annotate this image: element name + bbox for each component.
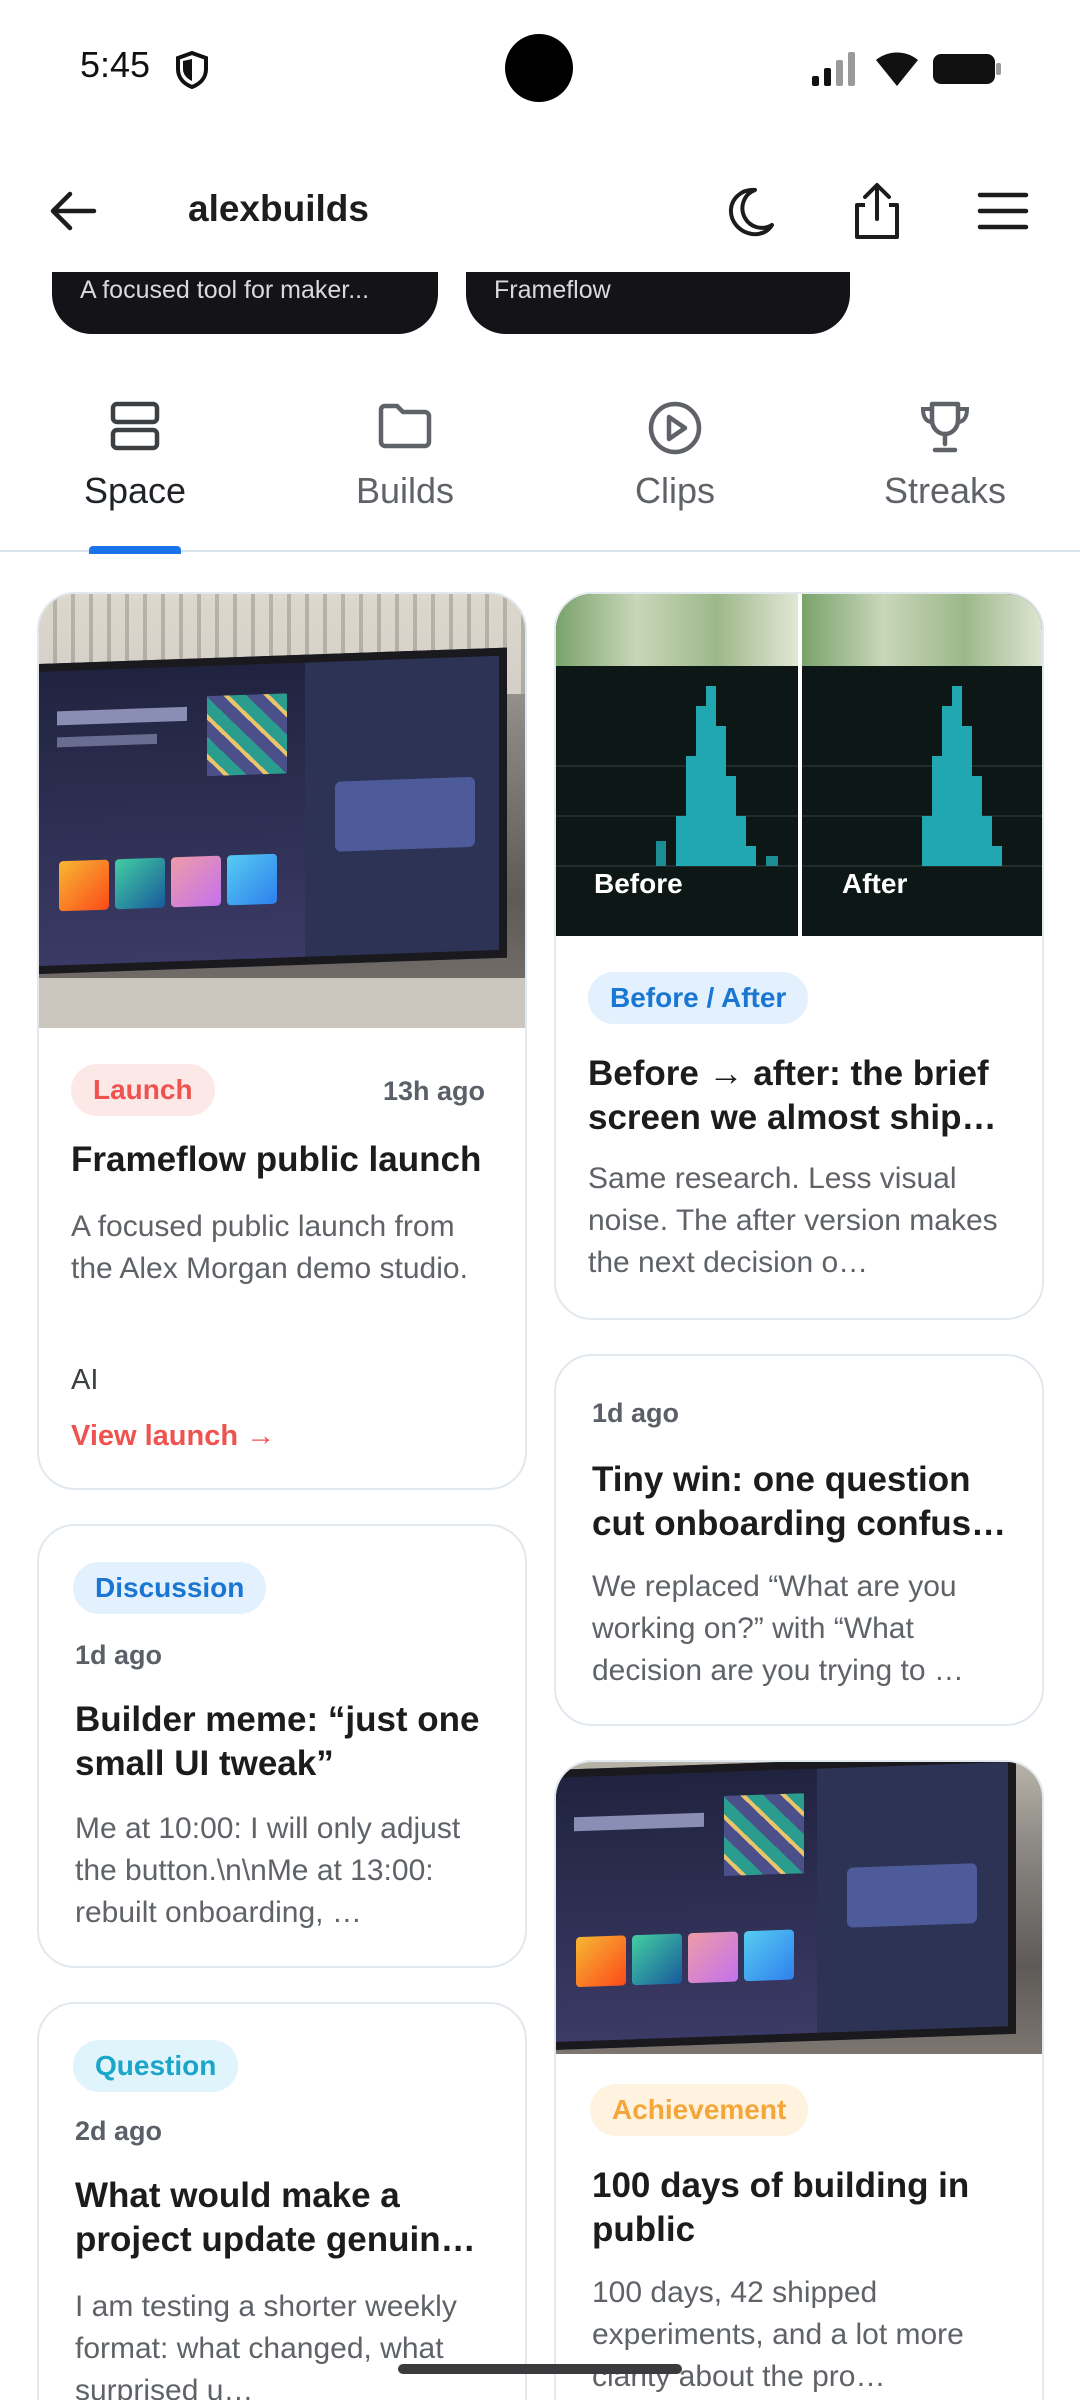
view-launch-link[interactable]: View launch → [71, 1420, 275, 1453]
before-image: Before [556, 594, 798, 936]
page-title: alexbuilds [188, 188, 369, 229]
project-card[interactable]: A focused tool for maker... [52, 272, 438, 334]
post-description: I am testing a shorter weekly format: wh… [75, 2290, 457, 2400]
tab-label: Streaks [883, 470, 1007, 511]
post-title: Tiny win: one question cut onboarding co… [592, 1460, 1007, 1543]
shield-icon [176, 50, 208, 90]
post-title: 100 days of building in public [592, 2166, 970, 2249]
play-circle-icon [648, 401, 702, 455]
trophy-icon [920, 401, 970, 453]
tag-achievement: Achievement [590, 2084, 809, 2136]
arrow-left-icon [50, 191, 97, 231]
dark-mode-button[interactable] [718, 178, 784, 244]
post-title: Before → after: the brief screen we almo… [588, 1054, 997, 1137]
post-description: Me at 10:00: I will only adjust the butt… [75, 1812, 461, 1929]
question-card[interactable]: Question 2d ago What would make a projec… [37, 2002, 527, 2400]
launch-card[interactable]: Launch 13h ago Frameflow public launch A… [37, 592, 527, 1490]
project-caption: A focused tool for maker... [80, 276, 370, 304]
status-bar: 5:45 [0, 0, 1080, 136]
tag-discussion: Discussion [73, 1562, 267, 1614]
home-indicator[interactable] [398, 2364, 682, 2374]
project-caption: Frameflow [494, 276, 611, 304]
tab-label: Builds [355, 470, 455, 511]
moon-icon [728, 187, 774, 237]
post-time: 2d ago [75, 2116, 163, 2146]
post-meta: AI [71, 1364, 99, 1396]
profile-tabs: Space Builds Clips Streaks [0, 384, 1080, 552]
tag-question: Question [73, 2040, 239, 2092]
share-button[interactable] [844, 178, 910, 244]
launch-image [39, 594, 525, 1028]
tiny-win-card[interactable]: 1d ago Tiny win: one question cut onboar… [554, 1354, 1044, 1726]
before-label: Before [594, 868, 683, 899]
menu-button[interactable] [970, 178, 1036, 244]
post-description: A focused public launch from the Alex Mo… [71, 1210, 468, 1285]
tab-label: Space [83, 470, 187, 511]
achievement-card[interactable]: Achievement 100 days of building in publ… [554, 1760, 1044, 2400]
cell-signal-icon [812, 52, 855, 86]
camera-cutout [505, 34, 573, 102]
post-time: 1d ago [592, 1398, 680, 1428]
tab-streaks[interactable]: Streaks [810, 384, 1080, 550]
before-after-card[interactable]: Before After Before / After Before → aft… [554, 592, 1044, 1320]
tag-before-after: Before / After [588, 972, 809, 1024]
tag-launch: Launch [71, 1064, 215, 1116]
active-tab-indicator [89, 546, 181, 554]
back-button[interactable] [42, 180, 104, 242]
hamburger-menu-icon [977, 192, 1029, 230]
achievement-image [556, 1762, 1042, 2054]
tab-clips[interactable]: Clips [540, 384, 810, 550]
post-description: Same research. Less visual noise. The af… [588, 1162, 998, 1279]
discussion-card[interactable]: Discussion 1d ago Builder meme: “just on… [37, 1524, 527, 1968]
post-title: Builder meme: “just one small UI tweak” [75, 1700, 480, 1783]
after-image: After [802, 594, 1042, 936]
tab-space[interactable]: Space [0, 384, 270, 550]
project-card[interactable]: Frameflow [466, 272, 850, 334]
post-title: Frameflow public launch [71, 1140, 482, 1179]
post-description: We replaced “What are you working on?” w… [592, 1570, 964, 1687]
app-header: alexbuilds [0, 160, 1080, 260]
folder-icon [378, 403, 432, 449]
wifi-icon [876, 52, 918, 86]
tab-label: Clips [634, 470, 715, 511]
post-description: 100 days, 42 shipped experiments, and a … [592, 2276, 964, 2393]
battery-icon [933, 54, 1001, 84]
post-title: What would make a project update genuin… [75, 2176, 476, 2259]
after-label: After [842, 868, 908, 899]
stack-icon [110, 401, 160, 451]
share-icon [855, 183, 899, 239]
post-time: 13h ago [382, 1076, 485, 1106]
post-time: 1d ago [75, 1640, 163, 1670]
tab-builds[interactable]: Builds [270, 384, 540, 550]
status-time: 5:45 [80, 44, 151, 85]
